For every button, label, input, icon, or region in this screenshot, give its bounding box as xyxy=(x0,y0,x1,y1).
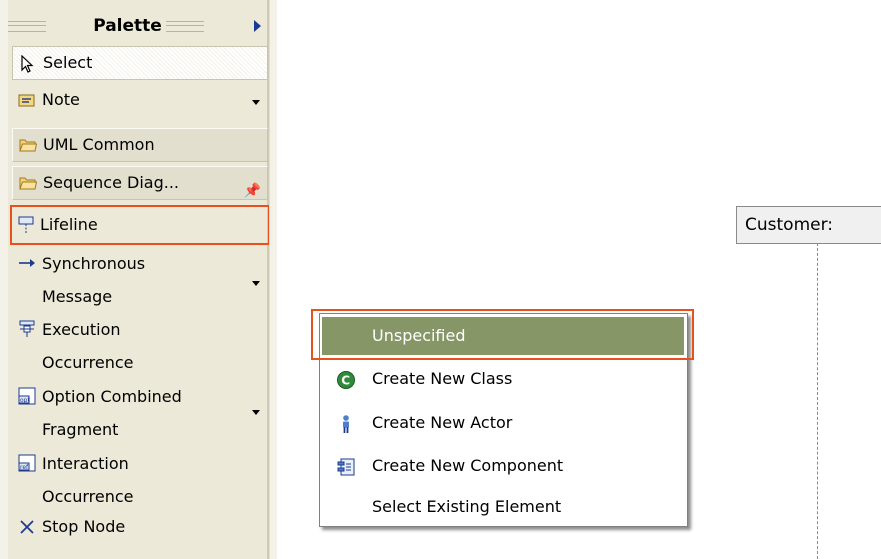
palette-item-label: Execution Occurrence xyxy=(42,320,134,372)
ref-icon: ref xyxy=(18,454,36,472)
chevron-down-icon[interactable] xyxy=(252,100,260,105)
menu-item-create-new-component[interactable]: Create New Component xyxy=(320,446,687,486)
palette-item-label: Option Combined Fragment xyxy=(42,387,182,439)
grip-right-icon xyxy=(166,21,204,32)
palette-panel: Palette Select Note UML Common Sequence … xyxy=(8,0,270,559)
menu-item-create-new-class[interactable]: C Create New Class xyxy=(320,359,687,399)
palette-item-label: Note xyxy=(42,90,80,109)
menu-item-label: Create New Actor xyxy=(372,413,513,432)
pin-icon[interactable]: 📌 xyxy=(244,175,261,207)
chevron-down-icon[interactable] xyxy=(252,281,260,286)
lifeline-label: Customer: xyxy=(745,215,834,235)
palette: Palette Select Note UML Common Sequence … xyxy=(0,0,277,559)
palette-item-interaction-occurrence[interactable]: ref Interaction Occurrence xyxy=(12,447,266,513)
note-icon xyxy=(18,94,35,107)
folder-icon xyxy=(19,177,37,190)
menu-item-select-existing-element[interactable]: Select Existing Element xyxy=(320,487,687,527)
palette-item-execution-occurrence[interactable]: Execution Occurrence xyxy=(12,313,266,379)
actor-icon xyxy=(343,415,349,433)
menu-item-create-new-actor[interactable]: Create New Actor xyxy=(320,403,687,443)
lifeline-icon xyxy=(18,216,34,233)
palette-collapse-arrow-icon[interactable] xyxy=(254,20,261,32)
folder-icon xyxy=(19,139,37,152)
lifeline-customer[interactable]: Customer: xyxy=(736,206,881,244)
palette-item-label: Synchronous Message xyxy=(42,254,146,306)
class-icon: C xyxy=(337,371,355,389)
chevron-down-icon[interactable] xyxy=(252,410,260,415)
arrow-right-icon xyxy=(19,259,35,267)
palette-item-label: Interaction Occurrence xyxy=(42,454,134,506)
palette-title: Palette xyxy=(93,16,162,36)
palette-item-note[interactable]: Note xyxy=(12,83,266,117)
palette-item-label: Stop Node xyxy=(42,517,126,536)
opt-fragment-icon: opt xyxy=(18,387,36,405)
x-icon xyxy=(20,520,34,534)
component-icon xyxy=(337,458,355,476)
palette-header[interactable]: Palette xyxy=(8,12,267,40)
palette-item-label: Select xyxy=(43,53,93,72)
palette-item-option-combined-fragment[interactable]: opt Option Combined Fragment xyxy=(12,380,266,446)
palette-item-select[interactable]: Select xyxy=(12,46,268,80)
execution-occurrence-icon xyxy=(19,320,35,337)
palette-item-stop-node[interactable]: Stop Node xyxy=(12,510,266,544)
menu-item-label: Create New Component xyxy=(372,456,564,475)
drawer-label: UML Common xyxy=(43,135,155,154)
svg-text:C: C xyxy=(341,374,350,388)
drawer-label: Sequence Diag... xyxy=(43,173,179,192)
highlight-callout-unspecified xyxy=(311,309,694,360)
arrow-cursor-icon xyxy=(21,55,34,73)
drawer-uml-common[interactable]: UML Common xyxy=(12,128,268,162)
svg-text:opt: opt xyxy=(20,397,30,404)
lifeline-dashed-line xyxy=(817,243,818,559)
palette-item-synchronous-message[interactable]: Synchronous Message xyxy=(12,247,266,313)
drawer-sequence-diagram[interactable]: Sequence Diag... 📌 xyxy=(12,166,268,200)
svg-text:ref: ref xyxy=(20,464,29,471)
menu-item-label: Create New Class xyxy=(372,369,513,388)
palette-item-label: Lifeline xyxy=(40,215,98,234)
palette-resize-edge[interactable] xyxy=(269,0,277,559)
palette-item-lifeline[interactable]: Lifeline xyxy=(10,205,270,245)
menu-item-label: Select Existing Element xyxy=(372,497,562,516)
